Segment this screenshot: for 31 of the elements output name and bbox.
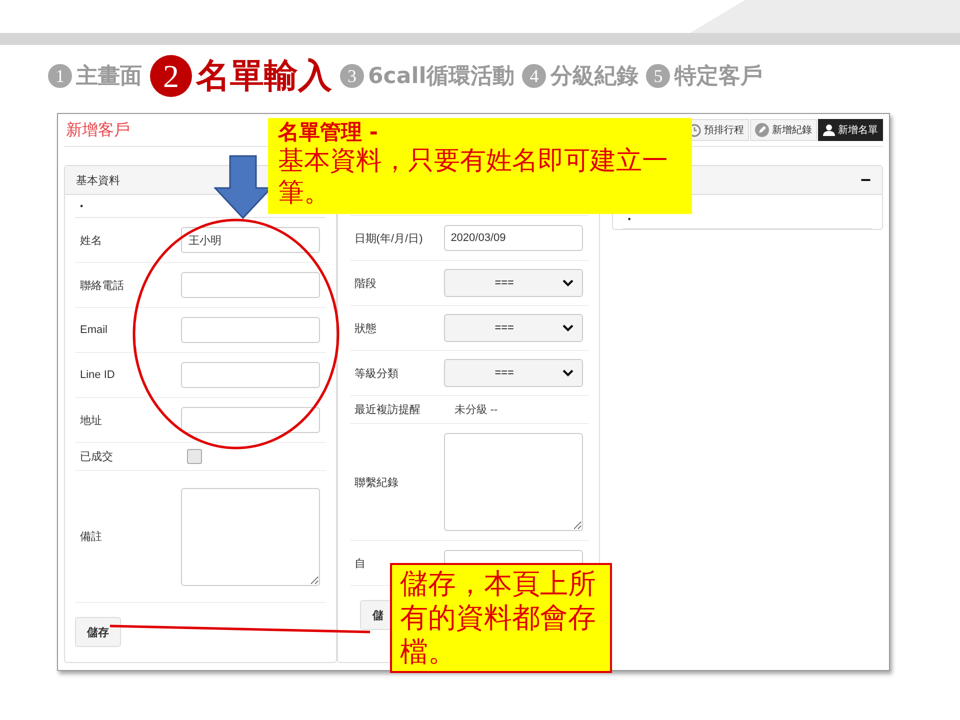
field-value: 未分級 -- — [454, 403, 498, 417]
panel-title: 基本資料 — [76, 174, 120, 188]
field-label: 地址 — [79, 414, 103, 428]
field-label: 自 — [353, 556, 366, 570]
page-title: 新增客戶 — [65, 120, 130, 140]
step-label: 名單輸入 — [196, 55, 332, 98]
bullet: • — [80, 201, 84, 211]
field-label: Line ID — [79, 369, 116, 381]
step-number: 4 — [522, 64, 546, 88]
field-label: 備註 — [79, 530, 103, 544]
callout-title: 名單管理 - — [278, 120, 380, 145]
field-label: Email — [79, 324, 109, 336]
field-label: 聯繫紀錄 — [353, 476, 400, 490]
callout-text: 基本資料，只要有姓名即可建立一筆。 — [278, 145, 669, 209]
field-label: 狀態 — [353, 322, 378, 336]
field-label: 已成交 — [79, 450, 114, 464]
step-number: 5 — [646, 64, 670, 88]
field-label: 最近複訪提醒 — [353, 402, 422, 417]
step-label: 主畫面 — [76, 62, 142, 91]
step-number: 2 — [150, 55, 192, 97]
step-label: 分級紀錄 — [550, 63, 638, 91]
field-label: 聯絡電話 — [79, 278, 125, 292]
field-label: 姓名 — [79, 234, 103, 248]
bullet: • — [628, 214, 631, 224]
field-label: 階段 — [353, 276, 378, 290]
step-number: 1 — [48, 64, 72, 88]
step-label: 6call循環活動 — [368, 63, 514, 91]
field-label: 等級分類 — [353, 366, 400, 380]
step-label: 特定客戶 — [674, 62, 762, 91]
step-number: 3 — [340, 64, 364, 88]
callout-text: 儲存，本頁上所有的資料都會存檔。 — [400, 567, 597, 669]
